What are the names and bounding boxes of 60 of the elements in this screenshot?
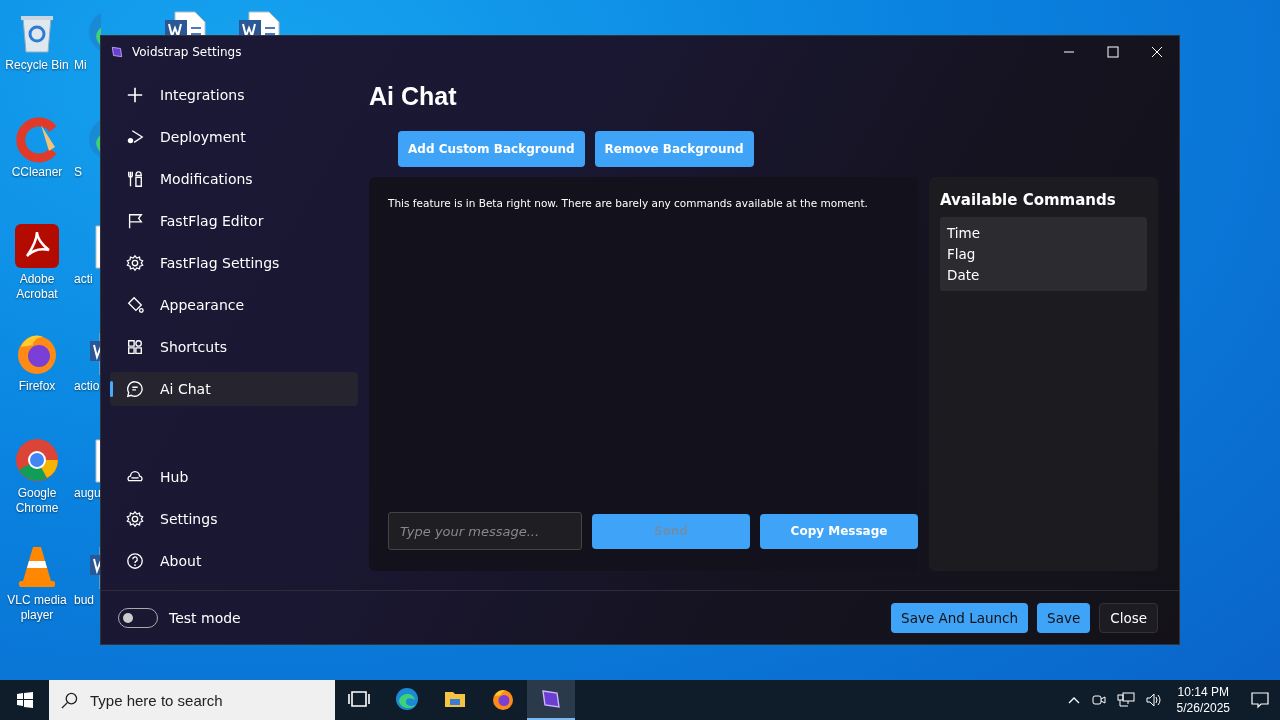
firefox-icon	[491, 687, 515, 711]
paint-bucket-icon	[126, 296, 144, 314]
tools-icon	[126, 170, 144, 188]
sidebar-item[interactable]: FastFlag Settings	[110, 246, 358, 280]
desktop-icon-label: Recycle Bin	[5, 58, 69, 73]
window-title: Voidstrap Settings	[132, 45, 243, 59]
settings-icon	[126, 510, 144, 528]
commands-title: Available Commands	[940, 191, 1117, 209]
desktop-icon-label: S	[74, 165, 82, 180]
sidebar-item[interactable]: FastFlag Editor	[110, 204, 358, 238]
command-item: Flag	[947, 246, 977, 262]
page-title: Ai Chat	[369, 82, 458, 111]
sidebar-item[interactable]: Ai Chat	[110, 372, 358, 406]
desktop-icon-label: actio	[74, 379, 100, 394]
desktop-icon-label: augu	[74, 486, 101, 501]
clock-time: 10:14 PM	[1177, 684, 1229, 700]
toggle-label: Test mode	[169, 609, 242, 626]
settings-icon	[126, 254, 144, 272]
notice-text: This feature is in Beta right now. There are barely any commands available at the moment.	[388, 197, 869, 211]
network-icon[interactable]	[1116, 692, 1135, 708]
apps-icon	[126, 338, 144, 356]
sidebar-item[interactable]: Deployment	[110, 120, 358, 154]
command-item: Time	[947, 225, 982, 241]
help-icon	[126, 552, 144, 570]
desktop-icon-label: bud	[74, 593, 95, 608]
plus-icon	[126, 86, 144, 104]
chat-icon	[126, 380, 144, 398]
sidebar-item[interactable]: Appearance	[110, 288, 358, 322]
sidebar-item[interactable]: Modifications	[110, 162, 358, 196]
chrome-icon[interactable]	[13, 436, 61, 484]
sidebar-item[interactable]: Integrations	[110, 78, 358, 112]
notification-icon[interactable]	[1250, 691, 1270, 709]
footer-button[interactable]: Save And Launch	[891, 602, 1029, 633]
desktop-icon-label: CCleaner	[11, 165, 63, 180]
desktop-icon-label: acti	[74, 272, 93, 287]
search-placeholder: Type here to search	[90, 691, 223, 709]
voidstrap-icon	[539, 687, 563, 711]
windows-logo-icon[interactable]	[16, 692, 33, 708]
desktop-icon-label: Google Chrome	[14, 486, 60, 516]
acrobat-icon[interactable]	[13, 222, 61, 270]
sidebar-item[interactable]: Hub	[110, 460, 358, 494]
desktop-icon-label: Adobe Acrobat	[15, 272, 59, 302]
sidebar-item[interactable]: About	[110, 544, 358, 578]
message-field[interactable]: Type your message...	[388, 512, 582, 550]
command-item: Date	[947, 267, 981, 283]
voidstrap-icon	[110, 45, 124, 59]
footer-button[interactable]: Save	[1037, 602, 1091, 633]
footer-button[interactable]: Close	[1099, 602, 1158, 633]
desktop-icon-label: Firefox	[18, 379, 56, 394]
sidebar-item[interactable]: Shortcuts	[110, 330, 358, 364]
volume-icon[interactable]	[1144, 692, 1163, 708]
sidebar-item[interactable]: Settings	[110, 502, 358, 536]
clock-date: 5/26/2025	[1176, 700, 1230, 716]
desktop-icon-label: Mi	[74, 58, 87, 73]
camera-icon[interactable]	[1090, 692, 1107, 708]
search-icon	[61, 691, 78, 709]
desktop-icon-label: VLC media player	[6, 593, 68, 623]
search-field[interactable]: Type here to search	[49, 680, 335, 720]
taskbar-app[interactable]	[527, 680, 575, 720]
flag-icon	[126, 212, 144, 230]
